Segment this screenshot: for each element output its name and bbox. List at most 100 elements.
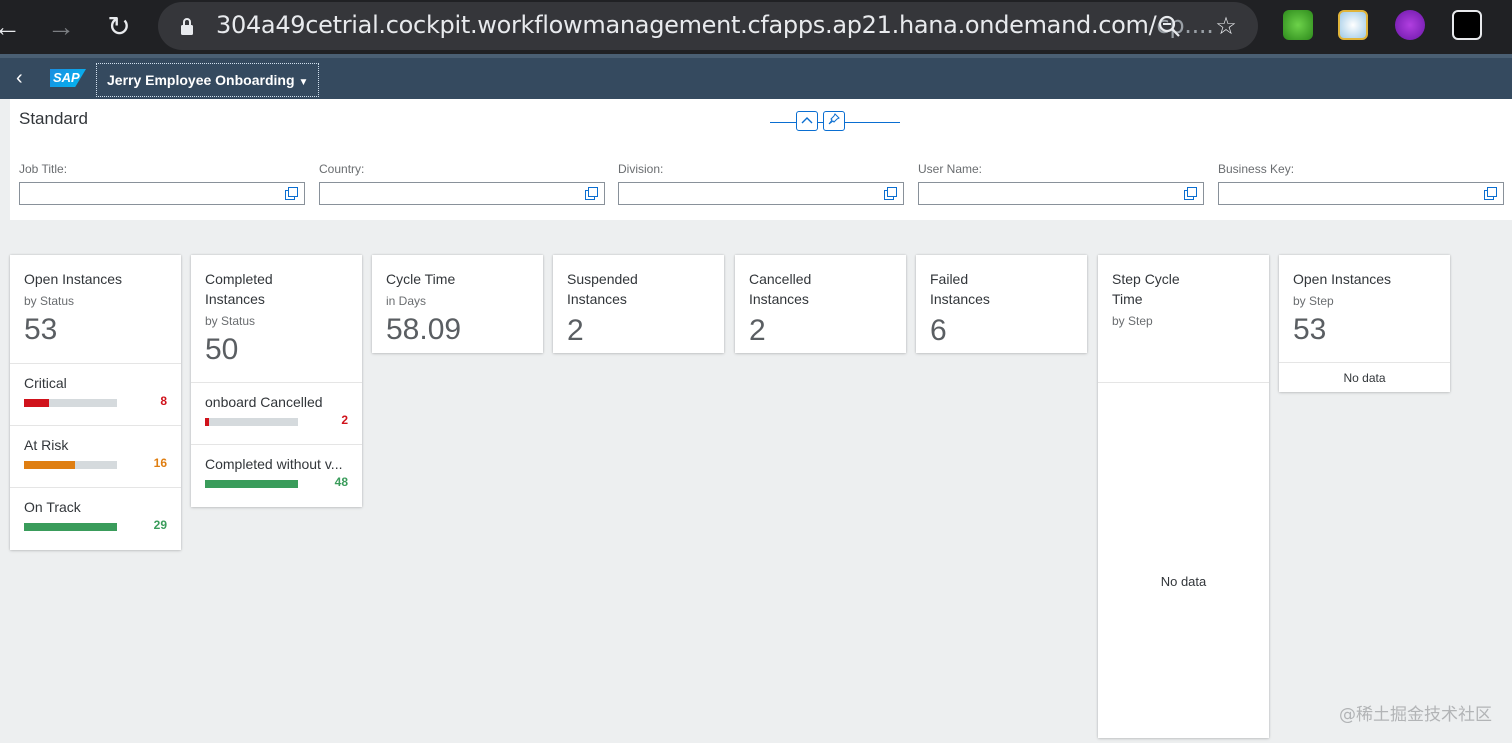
caret-down-icon: ▼ (298, 77, 309, 88)
country-input[interactable] (319, 182, 605, 205)
status-bar (205, 418, 298, 426)
card-subtitle: in Days (386, 294, 427, 308)
filter-country: Country: (319, 162, 605, 205)
filter-label: User Name: (918, 162, 983, 176)
business-key-input[interactable] (1218, 182, 1504, 205)
card-failed-instances[interactable]: Failed Instances 6 (916, 255, 1087, 353)
color-picker-extension-icon[interactable] (1395, 10, 1425, 40)
kpi-value: 2 (567, 314, 584, 347)
card-subtitle: by Step (1112, 314, 1153, 328)
row-label: onboard Cancelled (205, 394, 323, 410)
shield-extension-icon[interactable] (1283, 10, 1313, 40)
status-bar (24, 461, 117, 469)
filter-user-name: User Name: (918, 162, 1204, 205)
filter-label: Job Title: (19, 162, 68, 176)
job-title-input[interactable] (19, 182, 305, 205)
card-completed-instances[interactable]: Completed Instances by Status 50 onboard… (191, 255, 362, 507)
variant-title[interactable]: Standard (19, 109, 88, 129)
card-title: Cancelled Instances (749, 271, 812, 307)
card-subtitle: by Status (24, 294, 75, 308)
value-help-icon[interactable] (285, 187, 298, 200)
collapse-header-button[interactable] (796, 111, 818, 131)
card-step-cycle-time[interactable]: Step Cycle Time by Step No data (1098, 255, 1269, 738)
row-value: 48 (334, 475, 348, 489)
card-cancelled-instances[interactable]: Cancelled Instances 2 (735, 255, 906, 353)
tab-extension-icon[interactable] (1452, 10, 1482, 40)
card-title: Open Instances (24, 271, 123, 287)
back-arrow-icon[interactable]: ← (0, 10, 24, 44)
list-item[interactable]: Completed without v... 48 (191, 445, 362, 507)
value-help-icon[interactable] (1484, 187, 1497, 200)
row-label: On Track (24, 499, 81, 515)
pin-icon (828, 113, 840, 125)
filter-job-title: Job Title: (19, 162, 305, 205)
card-cycle-time[interactable]: Cycle Time in Days 58.09 (372, 255, 543, 353)
card-suspended-instances[interactable]: Suspended Instances 2 (553, 255, 724, 353)
filter-label: Business Key: (1218, 162, 1295, 176)
row-value: 8 (160, 394, 167, 408)
kpi-value: 2 (749, 314, 766, 347)
status-bar-fill (24, 399, 50, 407)
row-label: Completed without v... (205, 456, 343, 472)
filter-label: Division: (618, 162, 664, 176)
card-subtitle: by Status (205, 314, 256, 328)
list-item[interactable]: On Track 29 (10, 488, 181, 550)
app-title-menu[interactable]: Jerry Employee Onboarding ▼ (96, 63, 320, 97)
kpi-value: 6 (930, 314, 947, 347)
card-subtitle: by Step (1293, 294, 1334, 308)
list-item[interactable]: onboard Cancelled 2 (191, 383, 362, 445)
sap-logo: SAP (50, 69, 86, 87)
status-bar (24, 523, 117, 531)
value-help-icon[interactable] (585, 187, 598, 200)
kpi-value: 53 (1293, 313, 1327, 346)
card-title: Open Instances (1293, 271, 1392, 287)
app-title: Jerry Employee Onboarding (107, 72, 295, 88)
card-title: Cycle Time (386, 271, 456, 287)
kpi-value: 50 (205, 333, 239, 366)
watermark: @稀土掘金技术社区 (1339, 705, 1492, 725)
division-input[interactable] (618, 182, 904, 205)
card-title: Step Cycle Time (1112, 271, 1180, 307)
filter-label: Country: (319, 162, 365, 176)
status-bar-fill (205, 418, 209, 426)
no-data-text: No data (1160, 574, 1207, 589)
filter-business-key: Business Key: (1218, 162, 1504, 205)
alarm-clock-extension-icon[interactable] (1338, 10, 1368, 40)
user-name-input[interactable] (918, 182, 1204, 205)
forward-arrow-icon[interactable]: → (44, 10, 78, 44)
card-open-instances-step[interactable]: Open Instances by Step 53 No data (1279, 255, 1450, 392)
status-bar (24, 399, 117, 407)
status-bar-fill (205, 480, 298, 488)
card-title: Failed Instances (930, 271, 990, 307)
kpi-value: 58.09 (386, 313, 462, 346)
chevron-up-icon (801, 117, 813, 124)
filter-bar: Standard Job Title: Country: Division: U… (10, 99, 1512, 220)
reload-icon[interactable]: ↻ (102, 10, 136, 44)
row-value: 2 (341, 413, 348, 427)
bookmark-star-icon[interactable]: ☆ (1213, 14, 1239, 40)
card-title: Completed Instances (205, 271, 273, 307)
row-value: 16 (153, 456, 167, 470)
zoom-icon[interactable] (1156, 14, 1182, 40)
filter-division: Division: (618, 162, 904, 205)
browser-toolbar: ← → ↻ 304a49cetrial.cockpit.workflowmana… (0, 0, 1512, 54)
back-chevron-icon[interactable]: ‹ (16, 67, 36, 89)
url-text: 304a49cetrial.cockpit.workflowmanagement… (216, 11, 1214, 39)
row-value: 29 (153, 518, 167, 532)
card-open-instances-status[interactable]: Open Instances by Status 53 Critical 8 A… (10, 255, 181, 550)
shell-bar: ‹ SAP Jerry Employee Onboarding ▼ (0, 54, 1512, 99)
list-item[interactable]: Critical 8 (10, 364, 181, 426)
value-help-icon[interactable] (884, 187, 897, 200)
list-item[interactable]: At Risk 16 (10, 426, 181, 488)
row-label: Critical (24, 375, 67, 391)
status-bar-fill (24, 523, 117, 531)
no-data-text: No data (1343, 371, 1386, 385)
value-help-icon[interactable] (1184, 187, 1197, 200)
status-bar-fill (24, 461, 76, 469)
address-bar[interactable]: 304a49cetrial.cockpit.workflowmanagement… (158, 2, 1258, 50)
card-title: Suspended Instances (567, 271, 638, 307)
row-label: At Risk (24, 437, 69, 453)
status-bar (205, 480, 298, 488)
lock-icon (181, 18, 193, 35)
pin-header-button[interactable] (823, 111, 845, 131)
